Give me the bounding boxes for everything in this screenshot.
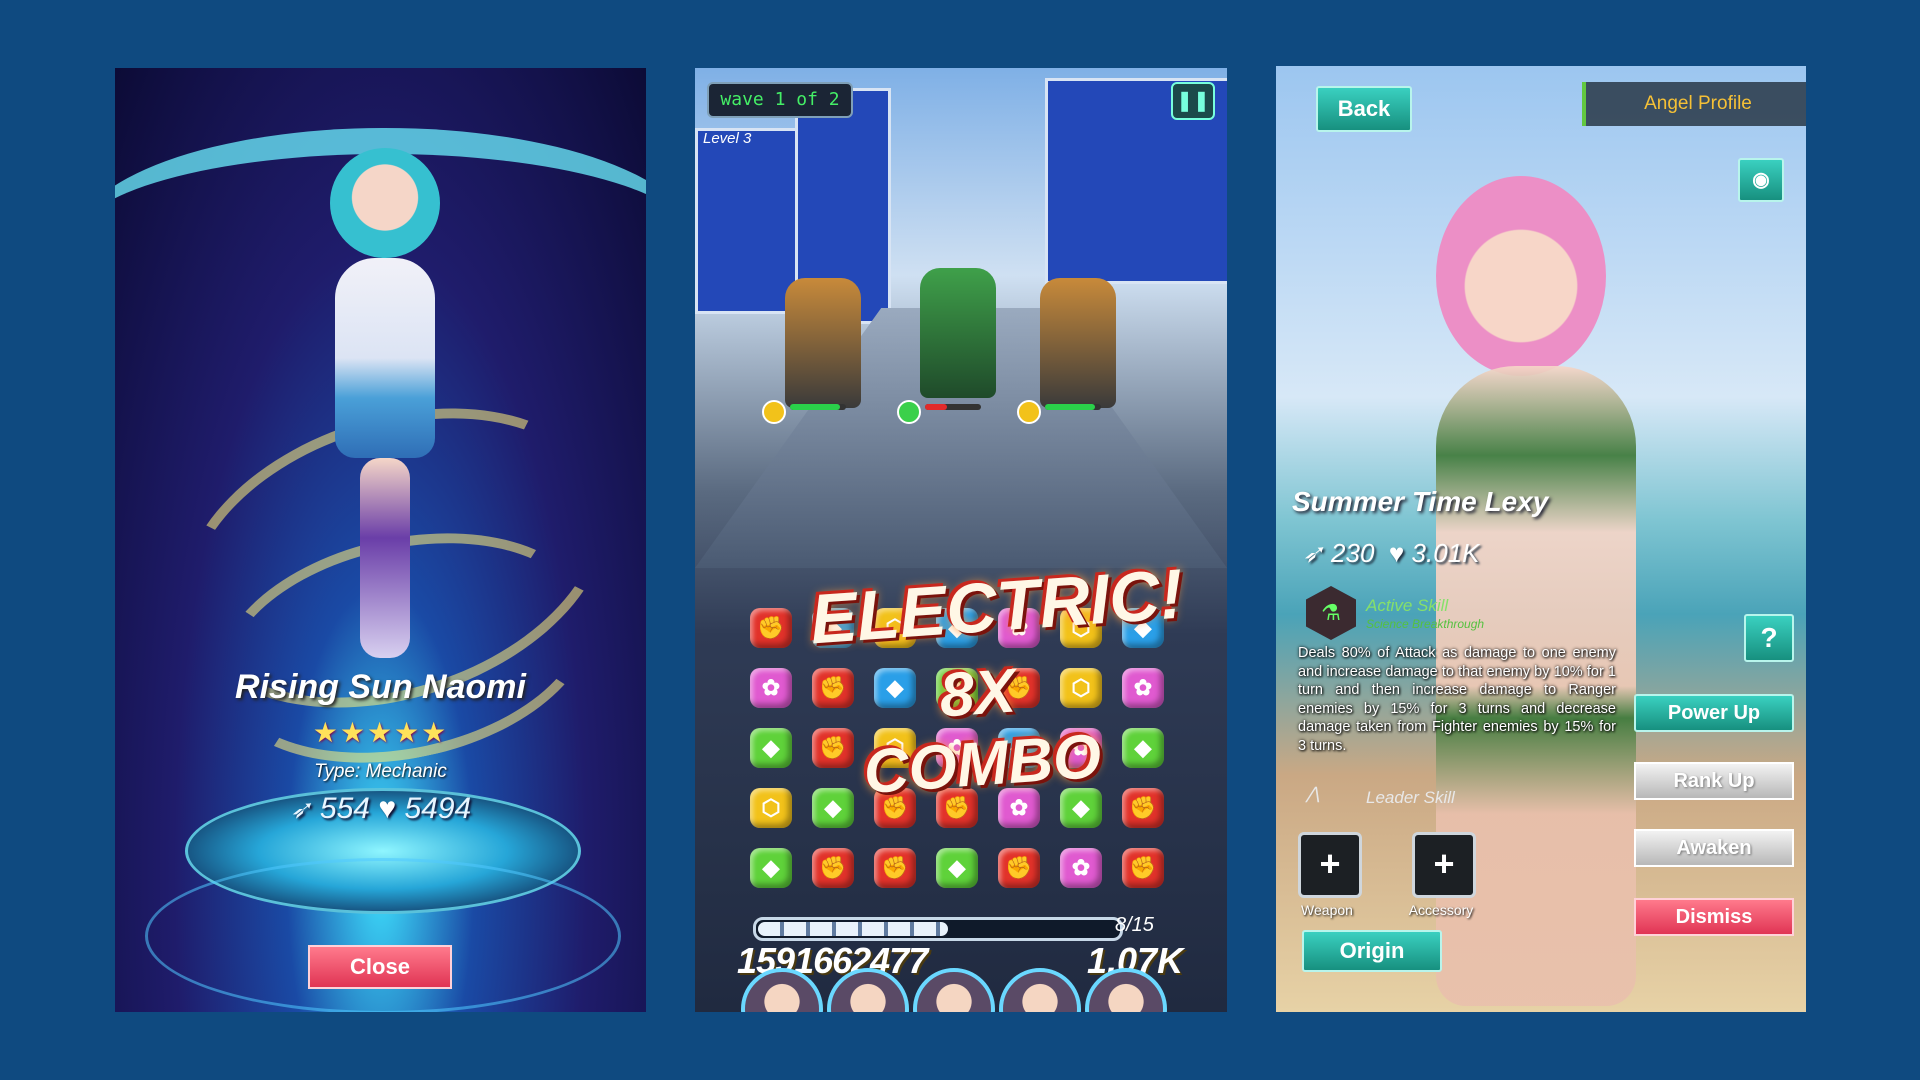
red-gem[interactable]: ✊: [1122, 848, 1164, 888]
combo-count: 8X COMBO: [861, 656, 1104, 808]
health-icon: ♥: [1388, 538, 1405, 568]
level-label: Level 3: [703, 130, 752, 147]
red-gem[interactable]: ✊: [998, 848, 1040, 888]
attack-value: 554: [319, 792, 370, 825]
attack-icon: ➶: [1302, 538, 1324, 568]
character-figure: [335, 258, 435, 458]
active-skill-title: Active Skill: [1366, 596, 1449, 615]
pink-gem[interactable]: ✿: [750, 668, 792, 708]
enemy-robot[interactable]: [920, 268, 996, 398]
health-value: 3.01K: [1411, 538, 1480, 568]
enemy-hp-bar: [925, 404, 981, 410]
team-member-portrait[interactable]: [999, 968, 1081, 1012]
character-name: Summer Time Lexy: [1292, 486, 1549, 517]
yellow-gem[interactable]: ⬡: [750, 788, 792, 828]
red-gem[interactable]: ✊: [874, 848, 916, 888]
red-gem[interactable]: ✊: [750, 608, 792, 648]
origin-button[interactable]: Origin: [1302, 930, 1442, 972]
character-reveal-panel: Rising Sun Naomi ★★★★★ Type: Mechanic ➶ …: [115, 68, 646, 1012]
pink-gem[interactable]: ✿: [1060, 848, 1102, 888]
enemy-robot[interactable]: [1040, 278, 1116, 408]
enemy-hp-bar: [790, 404, 846, 410]
enemy-hp-fill: [1045, 404, 1095, 410]
character-figure: [1436, 176, 1606, 376]
battle-panel: wave 1 of 2 Level 3 ❚❚ ✊ ◆ ⬡ ◆ ✿ ⬡ ◆ ✿ ✊ ◆ ◆ ✊ ⬡ ✿ ◆ ✊ ⬡…: [695, 68, 1227, 1012]
help-button[interactable]: ?: [1744, 614, 1794, 662]
character-figure: [330, 148, 440, 258]
character-stats: ➶ 230 ♥ 3.01K: [1302, 538, 1480, 569]
active-skill-name: Science Breakthrough: [1366, 617, 1485, 631]
accessory-label: Accessory: [1408, 902, 1474, 918]
green-gem[interactable]: ◆: [936, 848, 978, 888]
rank-up-button[interactable]: Rank Up: [1634, 762, 1794, 800]
enemy-hp-fill: [925, 404, 947, 410]
enemy-element-icon: [897, 400, 921, 424]
awaken-button[interactable]: Awaken: [1634, 829, 1794, 867]
enemy-element-icon: [1017, 400, 1041, 424]
leader-skill-icon: ⋀: [1306, 784, 1320, 803]
green-gem[interactable]: ◆: [750, 848, 792, 888]
progress-count: 8/15: [1115, 914, 1154, 936]
angel-profile-tab: Angel Profile: [1582, 82, 1806, 126]
eye-icon[interactable]: ◉: [1738, 158, 1784, 202]
combo-progress-bar: [753, 917, 1123, 941]
character-stats: ➶ 554 ♥ 5494: [115, 792, 646, 826]
leader-skill-label: Leader Skill: [1366, 788, 1455, 807]
red-gem[interactable]: ✊: [1122, 788, 1164, 828]
enemy-element-icon: [762, 400, 786, 424]
character-figure: [360, 458, 410, 658]
rarity-stars: ★★★★★: [312, 717, 449, 748]
building: [695, 128, 801, 314]
enemy-robot[interactable]: [785, 278, 861, 408]
wave-indicator: wave 1 of 2: [707, 82, 853, 118]
pause-icon[interactable]: ❚❚: [1171, 82, 1215, 120]
green-gem[interactable]: ◆: [750, 728, 792, 768]
enemy-hp-fill: [790, 404, 840, 410]
progress-fill: [758, 922, 948, 936]
character-type: Type: Mechanic: [314, 761, 447, 782]
attack-value: 230: [1331, 538, 1375, 568]
dismiss-button[interactable]: Dismiss: [1634, 898, 1794, 936]
attack-icon: ➶: [289, 794, 312, 824]
health-icon: ♥: [378, 792, 397, 825]
enemy-hp-bar: [1045, 404, 1101, 410]
active-skill-icon: ⚗: [1306, 586, 1356, 640]
close-button[interactable]: Close: [308, 945, 452, 989]
back-button[interactable]: Back: [1316, 86, 1412, 132]
angel-profile-panel: Back Angel Profile ◉ Summer Time Lexy ➶ …: [1276, 66, 1806, 1012]
skill-description: Deals 80% of Attack as damage to one ene…: [1298, 645, 1616, 754]
power-up-button[interactable]: Power Up: [1634, 694, 1794, 732]
health-value: 5494: [404, 792, 472, 825]
red-gem[interactable]: ✊: [812, 848, 854, 888]
character-name: Rising Sun Naomi: [235, 668, 526, 706]
weapon-label: Weapon: [1301, 902, 1353, 918]
accessory-slot[interactable]: +: [1412, 832, 1476, 898]
weapon-slot[interactable]: +: [1298, 832, 1362, 898]
